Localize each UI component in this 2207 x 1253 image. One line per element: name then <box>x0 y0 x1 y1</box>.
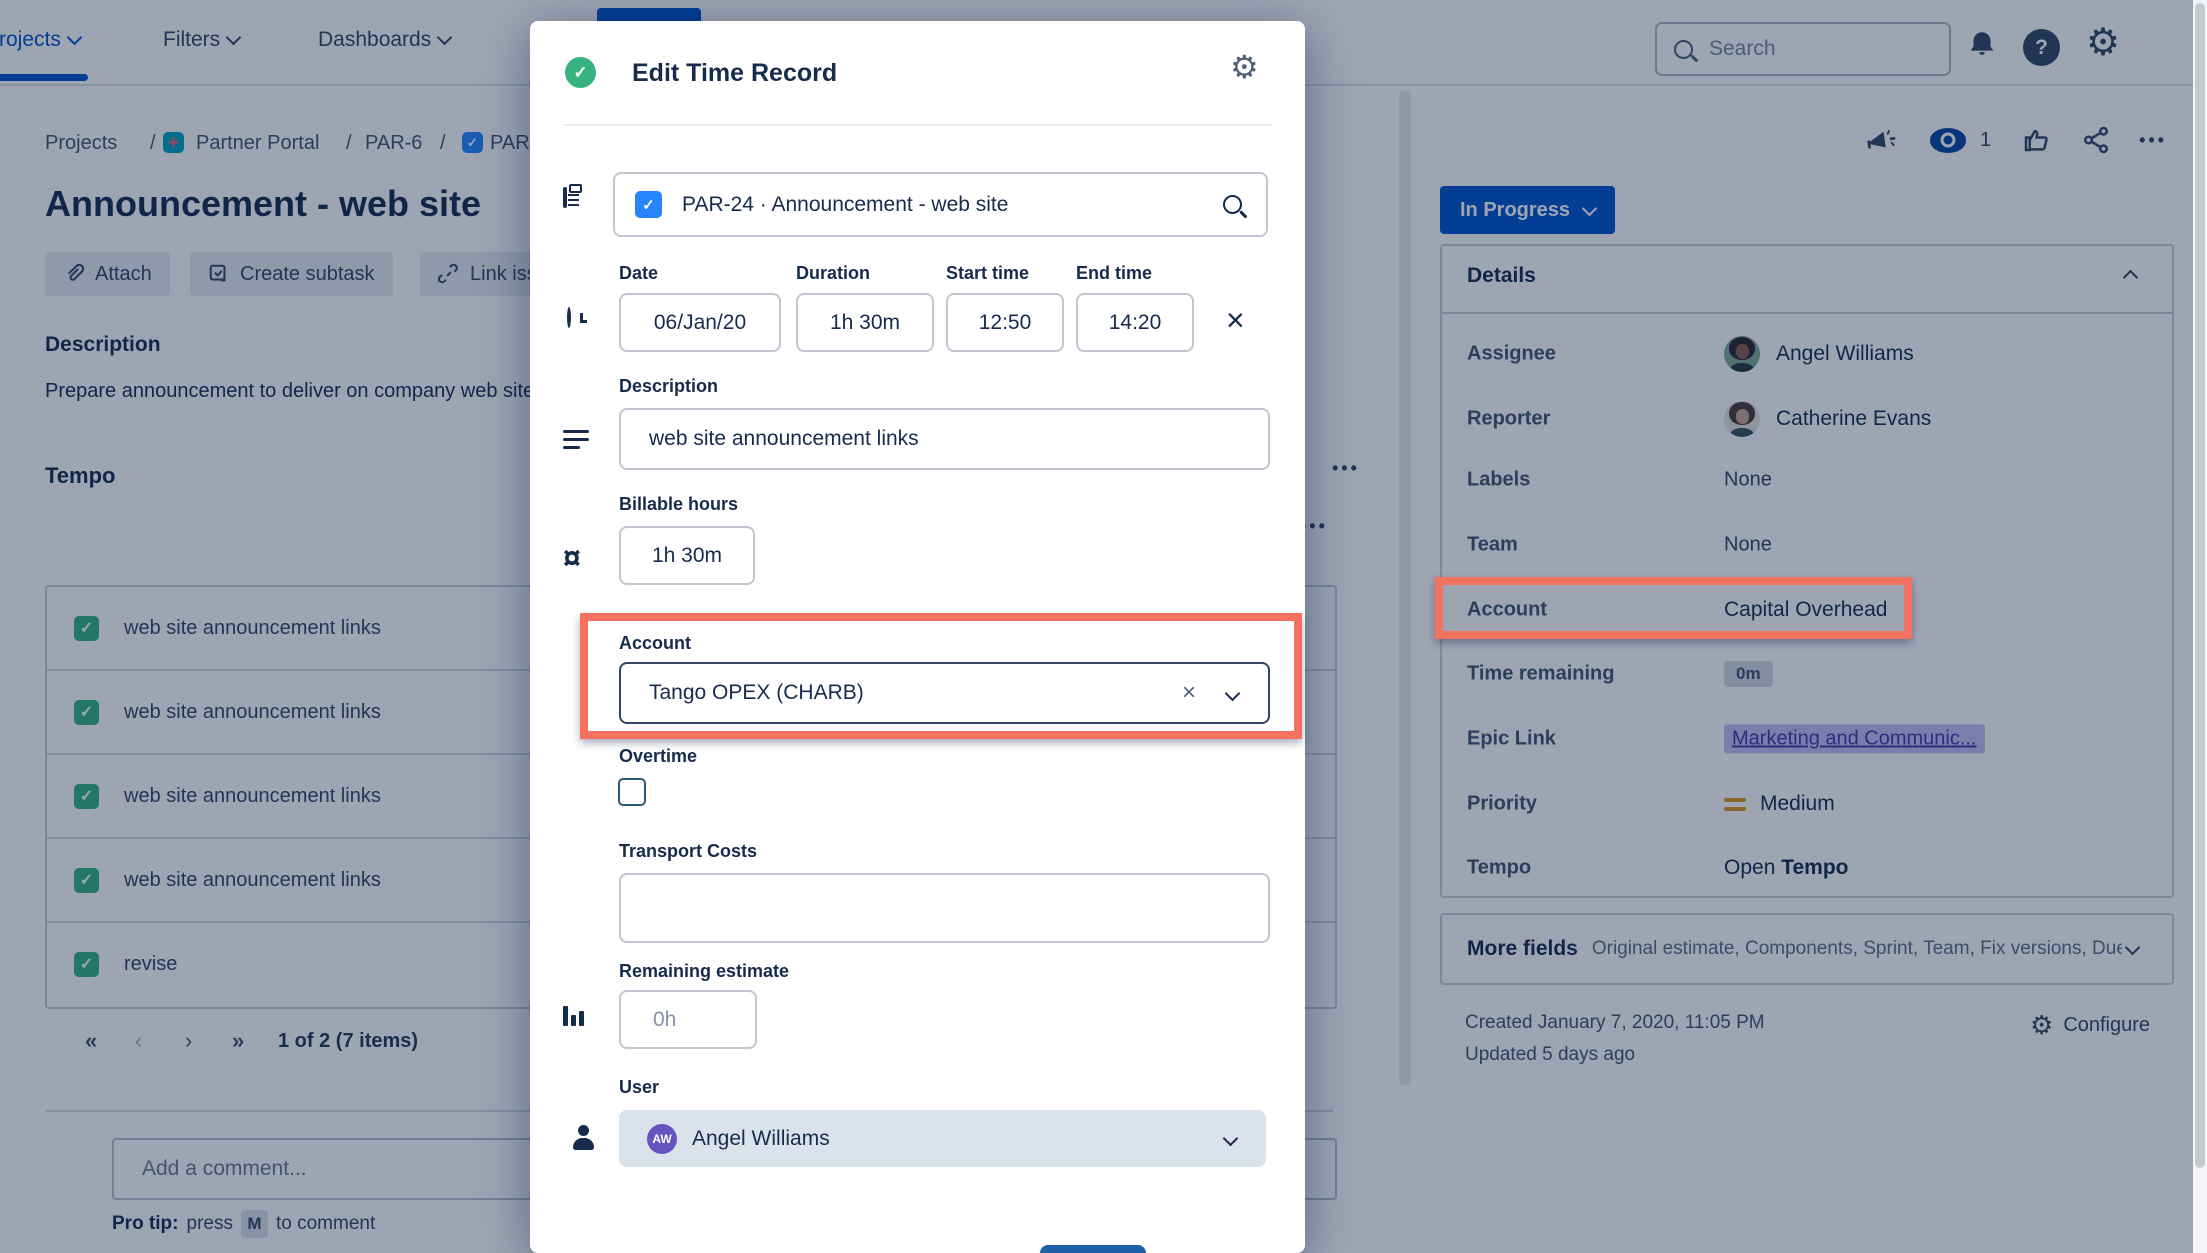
issue-picker-value: PAR-24 · Announcement - web site <box>682 193 1008 217</box>
clock-icon <box>567 307 571 328</box>
subtask-type-icon: ✓ <box>635 191 662 218</box>
currency-icon: ¤ <box>563 542 581 574</box>
user-value: Angel Williams <box>692 1127 830 1151</box>
user-label: User <box>619 1077 659 1098</box>
start-time-input[interactable]: 12:50 <box>946 293 1064 352</box>
remaining-estimate-label: Remaining estimate <box>619 961 789 982</box>
modal-divider <box>563 124 1273 126</box>
user-select[interactable]: AW Angel Williams <box>619 1110 1266 1167</box>
worklog-description-input[interactable]: web site announcement links <box>619 408 1270 470</box>
issue-picker-field[interactable]: ✓ PAR-24 · Announcement - web site <box>613 172 1268 237</box>
modal-title: Edit Time Record <box>632 59 837 88</box>
start-time-label: Start time <box>946 263 1029 284</box>
date-label: Date <box>619 263 658 284</box>
save-button[interactable] <box>1040 1245 1146 1253</box>
end-time-label: End time <box>1076 263 1152 284</box>
remaining-estimate-input[interactable]: 0h <box>619 990 757 1049</box>
transport-costs-label: Transport Costs <box>619 841 757 862</box>
annotation-box-account-field <box>580 613 1302 739</box>
worklog-description-label: Description <box>619 376 718 397</box>
tempo-check-icon: ✓ <box>565 57 596 88</box>
text-lines-icon <box>563 425 589 454</box>
billable-hours-label: Billable hours <box>619 494 738 515</box>
billable-hours-input[interactable]: 1h 30m <box>619 526 755 585</box>
duration-input[interactable]: 1h 30m <box>796 293 934 352</box>
user-initials-avatar: AW <box>647 1124 677 1154</box>
overtime-checkbox[interactable] <box>618 778 646 806</box>
annotation-box-account-row <box>1435 577 1912 639</box>
date-input[interactable]: 06/Jan/20 <box>619 293 781 352</box>
window-scrollbar-thumb[interactable] <box>2195 3 2205 1168</box>
end-time-input[interactable]: 14:20 <box>1076 293 1194 352</box>
end-time-value: 14:20 <box>1109 311 1162 335</box>
worklog-description-value: web site announcement links <box>649 427 919 451</box>
chevron-down-icon <box>1223 1131 1239 1147</box>
billable-hours-value: 1h 30m <box>652 544 722 568</box>
issue-search-icon[interactable] <box>1223 195 1242 214</box>
clipboard-icon <box>563 187 567 208</box>
modal-settings-icon[interactable]: ⚙ <box>1230 51 1259 83</box>
transport-costs-input[interactable] <box>619 873 1270 943</box>
overtime-label: Overtime <box>619 746 697 767</box>
bar-chart-icon <box>563 1006 587 1026</box>
start-time-value: 12:50 <box>979 311 1032 335</box>
date-value: 06/Jan/20 <box>654 311 746 335</box>
jira-issue-screen: Projects Filters Dashboards People Apps … <box>0 0 2207 1253</box>
clear-times-icon[interactable]: × <box>1226 304 1245 336</box>
duration-value: 1h 30m <box>830 311 900 335</box>
remaining-estimate-value: 0h <box>653 1008 676 1032</box>
duration-label: Duration <box>796 263 870 284</box>
